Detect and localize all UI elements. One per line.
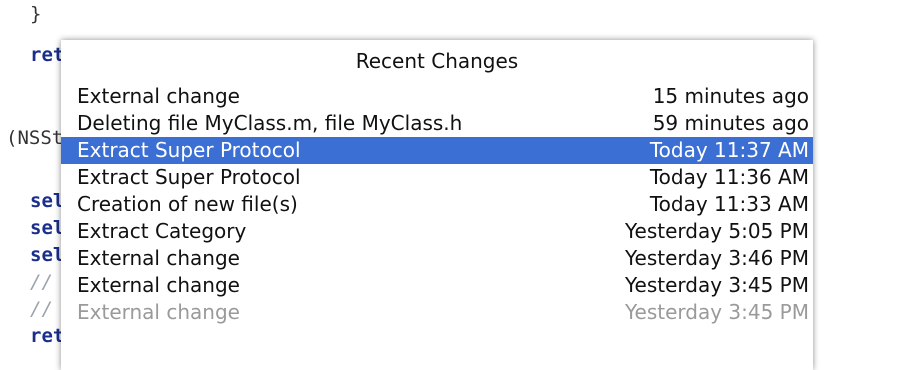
recent-change-item[interactable]: Extract Super Protocol Today 11:37 AM (61, 137, 813, 164)
change-timestamp: Yesterday 3:45 PM (624, 273, 809, 297)
recent-change-item[interactable]: Deleting file MyClass.m, file MyClass.h 5… (61, 110, 813, 137)
change-label: Extract Super Protocol (77, 138, 301, 162)
code-token: (NSSt (6, 127, 64, 149)
recent-change-item[interactable]: External change Yesterday 3:45 PM (61, 272, 813, 299)
change-label: Extract Super Protocol (77, 165, 301, 189)
code-token: ret (30, 325, 65, 347)
change-label: Deleting file MyClass.m, file MyClass.h (77, 111, 463, 135)
recent-changes-list: External change 15 minutes ago Deleting fi… (61, 83, 813, 326)
change-timestamp: Yesterday 3:45 PM (624, 300, 809, 324)
recent-change-item[interactable]: External change Yesterday 3:46 PM (61, 245, 813, 272)
code-line: (NSSt (6, 126, 63, 150)
recent-change-item[interactable]: Creation of new file(s) Today 11:33 AM (61, 191, 813, 218)
code-token: sel (30, 190, 65, 212)
change-timestamp: Today 11:36 AM (649, 165, 809, 189)
code-token: sel (30, 244, 65, 266)
change-timestamp: 15 minutes ago (652, 84, 809, 108)
popup-title: Recent Changes (355, 49, 519, 73)
change-label: External change (77, 84, 240, 108)
change-timestamp: Today 11:33 AM (649, 192, 809, 216)
code-token: sel (30, 217, 65, 239)
recent-changes-popup: Recent Changes External change 15 minutes… (61, 40, 813, 370)
change-label: External change (77, 273, 240, 297)
recent-change-item[interactable]: Extract Super Protocol Today 11:36 AM (61, 164, 813, 191)
change-label: Extract Category (77, 219, 247, 243)
recent-change-item[interactable]: Extract Category Yesterday 5:05 PM (61, 218, 813, 245)
recent-change-item[interactable]: External change Yesterday 3:45 PM (61, 299, 813, 326)
recent-change-item[interactable]: External change 15 minutes ago (61, 83, 813, 110)
change-timestamp: 59 minutes ago (652, 111, 809, 135)
change-timestamp: Yesterday 3:46 PM (624, 246, 809, 270)
code-token: // (30, 298, 65, 320)
change-timestamp: Yesterday 5:05 PM (624, 219, 809, 243)
code-token: } (30, 3, 42, 25)
change-timestamp: Today 11:37 AM (649, 138, 809, 162)
change-label: External change (77, 300, 240, 324)
code-token: // (30, 271, 65, 293)
change-label: Creation of new file(s) (77, 192, 298, 216)
code-line: } (30, 2, 41, 26)
code-token: ret (30, 44, 65, 66)
change-label: External change (77, 246, 240, 270)
